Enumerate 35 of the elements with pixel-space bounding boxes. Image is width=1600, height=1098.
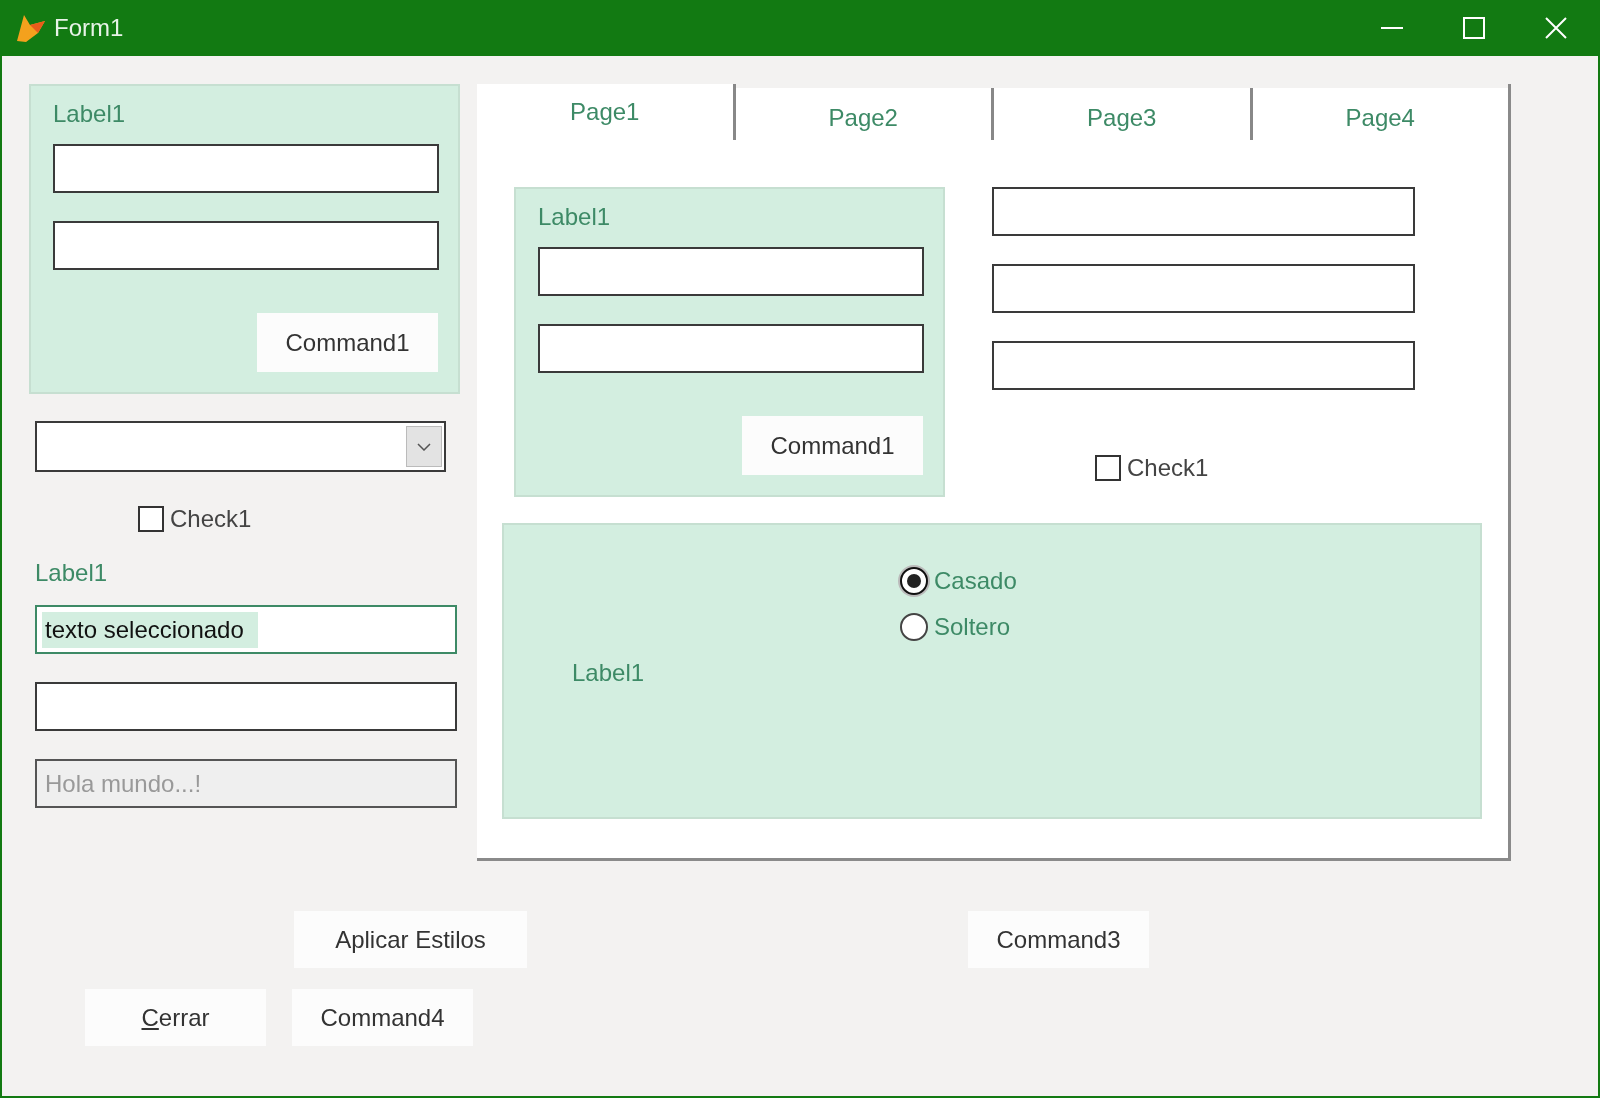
checkbox-label: Check1	[1127, 453, 1209, 483]
checkbox[interactable]	[1095, 455, 1121, 481]
text-field[interactable]	[538, 247, 924, 296]
close-icon[interactable]	[1544, 16, 1568, 40]
text-field[interactable]	[35, 682, 457, 731]
command-button[interactable]: Command3	[968, 911, 1149, 968]
radio-label: Casado	[934, 566, 1017, 596]
text-field[interactable]	[53, 221, 439, 270]
text-field[interactable]	[53, 144, 439, 193]
command-button[interactable]: Command1	[257, 313, 438, 372]
label: Label1	[53, 99, 126, 129]
radio-button[interactable]	[900, 613, 928, 641]
radio-button[interactable]	[900, 567, 928, 595]
text-field[interactable]	[992, 341, 1415, 390]
checkbox[interactable]	[138, 506, 164, 532]
combo-box[interactable]	[35, 421, 446, 472]
text-field[interactable]	[992, 187, 1415, 236]
label: Label1	[538, 202, 611, 232]
text-field[interactable]	[992, 264, 1415, 313]
radio-label: Soltero	[934, 612, 1011, 642]
label: Label1	[572, 658, 645, 688]
tab[interactable]: Page1	[477, 84, 736, 140]
command-button[interactable]: Command1	[742, 416, 923, 475]
command-button[interactable]: Aplicar Estilos	[294, 911, 527, 968]
command-button[interactable]: Command4	[292, 989, 473, 1046]
checkbox-label: Check1	[170, 504, 252, 534]
text-field[interactable]	[538, 324, 924, 373]
command-button[interactable]: Cerrar	[85, 989, 266, 1046]
tab[interactable]: Page3	[994, 88, 1253, 140]
tab[interactable]: Page4	[1252, 88, 1508, 140]
label: Label1	[35, 558, 108, 588]
maximize-icon[interactable]	[1462, 16, 1486, 40]
window-title: Form1	[54, 13, 124, 43]
text-field[interactable]: texto seleccionado	[35, 605, 457, 654]
tab[interactable]: Page2	[735, 88, 994, 140]
